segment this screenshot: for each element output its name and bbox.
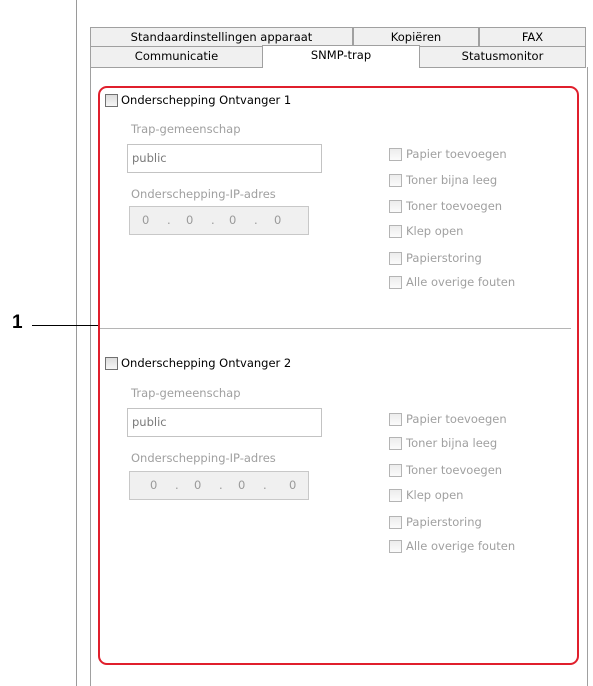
tab-communicatie[interactable]: Communicatie [90,46,263,67]
receiver-1-checkbox[interactable] [105,94,118,107]
tab-standaardinstellingen-apparaat[interactable]: Standaardinstellingen apparaat [90,27,353,47]
tab-baseline-right [419,67,586,68]
window-left-edge [76,0,77,686]
receiver-2-title: Onderschepping Ontvanger 2 [121,356,292,370]
callout-number: 1 [12,312,23,333]
tab-statusmonitor[interactable]: Statusmonitor [419,46,586,67]
callout-line [32,325,99,326]
tab-fax[interactable]: FAX [479,27,586,47]
highlight-box [98,86,579,665]
receiver-1-title: Onderschepping Ontvanger 1 [121,93,292,107]
tab-snmp-trap[interactable]: SNMP-trap [262,45,420,68]
tab-kopieren[interactable]: Kopiëren [353,27,479,47]
receiver-2-checkbox[interactable] [105,357,118,370]
tab-baseline-left [90,67,263,68]
